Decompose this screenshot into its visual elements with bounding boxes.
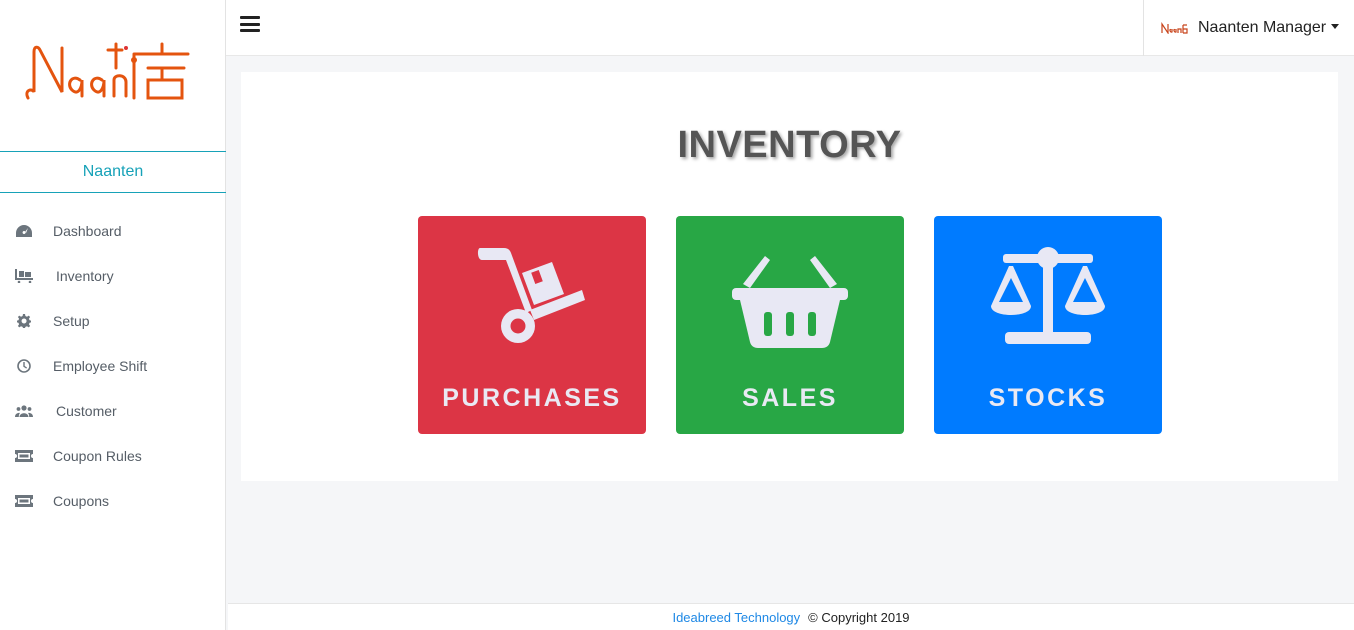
sidebar-item-customer[interactable]: Customer [0, 388, 226, 433]
ticket-icon [15, 494, 33, 508]
sidebar-item-label: Customer [56, 402, 117, 419]
sidebar-item-coupon-rules[interactable]: Coupon Rules [0, 433, 226, 478]
users-icon [15, 404, 33, 418]
copyright-text: © Copyright 2019 [808, 609, 910, 625]
brand-name[interactable]: Naanten [0, 151, 226, 193]
tachometer-icon [15, 224, 33, 238]
balance-scale-icon [934, 244, 1162, 354]
footer: Ideabreed Technology © Copyright 2019 [228, 603, 1354, 630]
sidebar: Naanten Dashboard Inventory Setup Employ… [0, 0, 226, 630]
tile-label: SALES [742, 384, 838, 412]
naanten-logo[interactable] [22, 40, 192, 106]
inventory-card: INVENTORY PURCHASES SALES STOCKS [241, 72, 1338, 481]
sidebar-item-label: Employee Shift [53, 357, 148, 374]
top-navbar: Naanten Manager [226, 0, 1354, 56]
dolly-icon [418, 244, 646, 354]
user-name: Naanten Manager [1198, 19, 1327, 36]
sidebar-item-label: Inventory [56, 267, 114, 284]
sidebar-item-coupons[interactable]: Coupons [0, 478, 226, 523]
sidebar-item-label: Setup [53, 312, 90, 329]
gear-icon [15, 313, 33, 328]
purchases-tile[interactable]: PURCHASES [418, 216, 646, 434]
sidebar-item-label: Dashboard [53, 222, 122, 239]
ticket-icon [15, 449, 33, 463]
clock-icon [15, 358, 33, 373]
sidebar-nav: Dashboard Inventory Setup Employee Shift… [0, 208, 226, 523]
dolly-flatbed-icon [15, 268, 33, 283]
avatar [1161, 22, 1188, 34]
stocks-tile[interactable]: STOCKS [934, 216, 1162, 434]
sidebar-item-employee-shift[interactable]: Employee Shift [0, 343, 226, 388]
hamburger-icon[interactable] [240, 15, 260, 33]
tile-label: PURCHASES [442, 384, 622, 412]
shopping-basket-icon [676, 244, 904, 354]
sidebar-item-label: Coupon Rules [53, 447, 142, 464]
user-dropdown[interactable]: Naanten Manager [1143, 0, 1354, 56]
sidebar-item-inventory[interactable]: Inventory [0, 253, 226, 298]
page-title: INVENTORY [677, 124, 902, 166]
sales-tile[interactable]: SALES [676, 216, 904, 434]
company-link[interactable]: Ideabreed Technology [672, 610, 800, 625]
caret-down-icon [1331, 24, 1340, 29]
sidebar-item-setup[interactable]: Setup [0, 298, 226, 343]
tile-label: STOCKS [988, 384, 1108, 412]
sidebar-item-label: Coupons [53, 492, 110, 509]
sidebar-item-dashboard[interactable]: Dashboard [0, 208, 226, 253]
